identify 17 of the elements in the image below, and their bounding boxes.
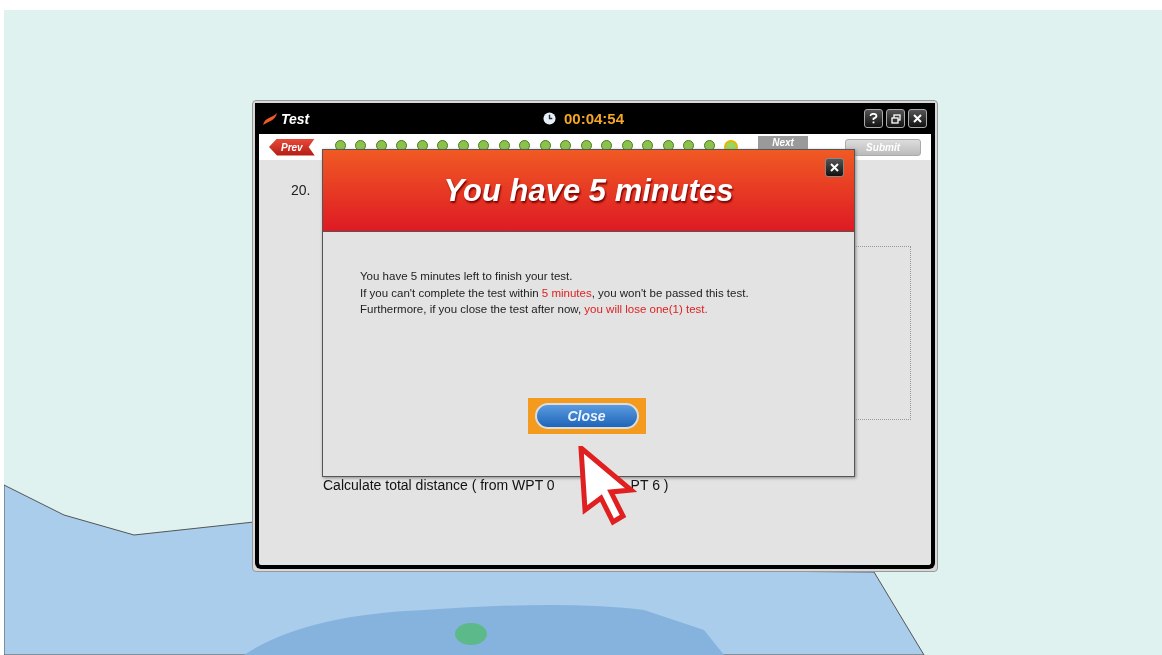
message-line: If you can't complete the test within 5 minutes, you won't be passed this test. (360, 285, 750, 301)
message-line: You have 5 minutes left to finish your test. (360, 269, 574, 284)
prev-button[interactable]: Prev (269, 138, 315, 156)
restore-icon[interactable] (886, 109, 905, 128)
help-icon[interactable] (864, 109, 883, 128)
close-icon[interactable] (825, 158, 844, 177)
flame-icon (263, 112, 277, 125)
window-title: Test (281, 110, 310, 127)
message-line: Furthermore, if you close the test after now, you will lose one(1) test. (360, 302, 709, 317)
close-icon[interactable] (908, 109, 927, 128)
close-button[interactable]: Close (534, 402, 639, 429)
question-number: 20. (291, 182, 311, 198)
dialog-title: You have 5 minutes (443, 172, 734, 209)
clock-icon (543, 112, 556, 125)
question-text: Calculate total distance ( from WPT 0 (323, 477, 555, 493)
question-text: PT 6 ) (630, 477, 669, 493)
timer-text: 00:04:54 (564, 110, 625, 127)
